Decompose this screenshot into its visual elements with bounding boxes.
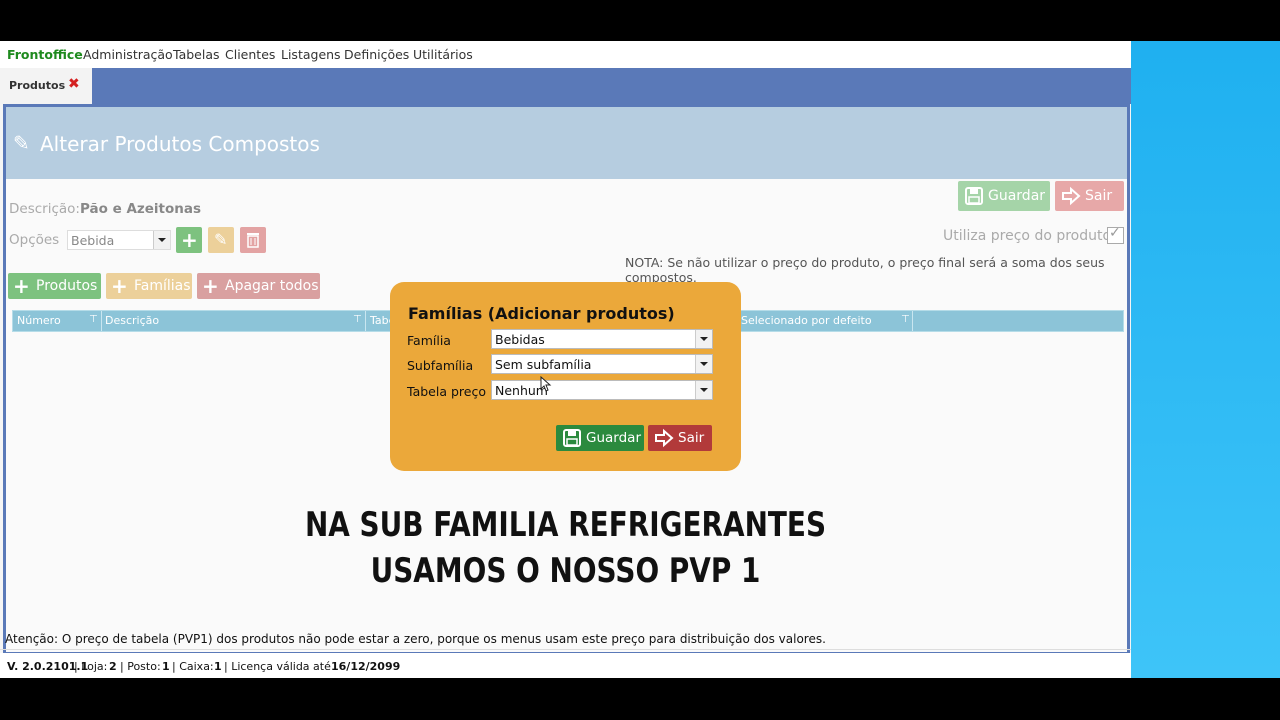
menu-tabelas[interactable]: Tabelas <box>173 47 220 62</box>
add-products-button[interactable]: + Produtos <box>8 273 101 299</box>
menu-frontoffice[interactable]: Frontoffice <box>7 47 83 62</box>
plus-icon: + <box>13 274 30 298</box>
status-license-value: 16/12/2099 <box>331 660 401 673</box>
options-label: Opções <box>9 232 60 248</box>
subfamily-select-value: Sem subfamília <box>495 357 592 372</box>
column-numero[interactable]: Número <box>17 314 61 327</box>
column-selecionado[interactable]: Selecionado por defeito <box>741 314 872 327</box>
delete-all-button[interactable]: + Apagar todos <box>197 273 320 299</box>
menu-definicoes[interactable]: Definições <box>344 47 409 62</box>
checkmark-icon: ✓ <box>1109 225 1121 241</box>
options-select-value: Bebida <box>71 233 115 248</box>
subfamily-label: Subfamília <box>407 358 474 373</box>
filter-icon[interactable]: ⊤ <box>89 314 98 325</box>
mouse-cursor-icon <box>540 376 552 392</box>
status-cash-label: | Caixa: <box>172 660 214 673</box>
add-families-label: Famílias <box>134 278 191 294</box>
filter-icon[interactable]: ⊤ <box>901 314 910 325</box>
chevron-down-icon[interactable] <box>695 381 712 399</box>
family-select-value: Bebidas <box>495 332 545 347</box>
column-descricao[interactable]: Descrição <box>105 314 159 327</box>
delete-option-button[interactable] <box>240 227 266 253</box>
dialog-exit-label: Sair <box>678 430 705 446</box>
column-separator <box>101 311 102 331</box>
column-separator <box>912 311 913 331</box>
page-header: ✎ Alterar Produtos Compostos <box>6 107 1127 179</box>
video-caption: NA SUB FAMILIA REFRIGERANTES USAMOS O NO… <box>102 502 1029 594</box>
save-button-label: Guardar <box>988 188 1046 204</box>
menu-clientes[interactable]: Clientes <box>225 47 275 62</box>
tab-strip: Produtos ✖ <box>0 68 1131 104</box>
status-post-label: | Posto: <box>120 660 161 673</box>
menu-administracao[interactable]: Administração <box>83 47 173 62</box>
dialog-title: Famílias (Adicionar produtos) <box>408 304 675 323</box>
caption-line-2: USAMOS O NOSSO PVP 1 <box>370 551 761 591</box>
status-post-value: 1 <box>162 660 170 673</box>
pencil-icon: ✎ <box>13 131 30 155</box>
tab-produtos[interactable]: Produtos ✖ <box>0 68 92 104</box>
plus-icon: + <box>111 274 128 298</box>
pencil-icon: ✎ <box>214 230 228 249</box>
family-label: Família <box>407 333 451 348</box>
chevron-down-icon <box>153 231 170 249</box>
column-separator <box>365 311 366 331</box>
add-products-label: Produtos <box>36 278 98 294</box>
floppy-icon <box>965 187 983 205</box>
dialog-exit-button[interactable]: Sair <box>648 425 712 451</box>
page-title: Alterar Produtos Compostos <box>40 132 320 156</box>
price-warning: Atenção: O preço de tabela (PVP1) dos pr… <box>5 632 826 646</box>
exit-button-label: Sair <box>1085 188 1113 204</box>
desktop-background <box>1131 41 1280 678</box>
chevron-down-icon[interactable] <box>695 355 712 373</box>
chevron-down-icon[interactable] <box>695 330 712 348</box>
exit-arrow-icon <box>1062 186 1081 206</box>
add-families-button[interactable]: + Famílias <box>106 273 192 299</box>
dialog-save-button[interactable]: Guardar <box>556 425 644 451</box>
use-price-label: Utiliza preço do produto <box>943 228 1112 244</box>
status-bar: V. 2.0.2101.1 | Loja: 2 | Posto: 1 | Cai… <box>0 653 1131 678</box>
menu-bar: Frontoffice Administração Tabelas Client… <box>0 41 1131 68</box>
price-table-label: Tabela preço <box>407 384 486 399</box>
menu-utilitarios[interactable]: Utilitários <box>413 47 473 62</box>
save-button[interactable]: Guardar <box>958 181 1050 211</box>
trash-icon <box>247 233 259 248</box>
status-cash-value: 1 <box>214 660 222 673</box>
options-select[interactable]: Bebida <box>67 230 171 250</box>
family-select[interactable]: Bebidas <box>491 329 713 349</box>
footer-divider <box>0 649 1131 650</box>
filter-icon[interactable]: ⊤ <box>353 314 362 325</box>
plus-icon: + <box>181 228 198 252</box>
caption-line-1: NA SUB FAMILIA REFRIGERANTES <box>304 505 827 545</box>
status-store-value: 2 <box>109 660 117 673</box>
delete-all-label: Apagar todos <box>225 278 319 294</box>
plus-icon: + <box>202 274 219 298</box>
edit-option-button[interactable]: ✎ <box>208 227 234 253</box>
subfamily-select[interactable]: Sem subfamília <box>491 354 713 374</box>
exit-button[interactable]: Sair <box>1055 181 1124 211</box>
tab-label: Produtos <box>9 79 66 92</box>
close-icon[interactable]: ✖ <box>68 76 80 92</box>
description-value: Pão e Azeitonas <box>80 201 202 217</box>
dialog-save-label: Guardar <box>586 430 641 446</box>
status-license-label: | Licença válida até <box>224 660 331 673</box>
exit-arrow-icon <box>655 428 674 448</box>
add-option-button[interactable]: + <box>176 227 202 253</box>
price-note: NOTA: Se não utilizar o preço do produto… <box>625 255 1105 285</box>
status-store-label: | Loja: <box>74 660 108 673</box>
description-label: Descrição: <box>9 201 80 217</box>
use-price-checkbox[interactable]: ✓ <box>1107 225 1124 244</box>
price-table-select[interactable]: Nenhum <box>491 380 713 400</box>
floppy-icon <box>563 429 581 447</box>
families-dialog: Famílias (Adicionar produtos) Família Be… <box>390 282 741 471</box>
menu-listagens[interactable]: Listagens <box>281 47 341 62</box>
